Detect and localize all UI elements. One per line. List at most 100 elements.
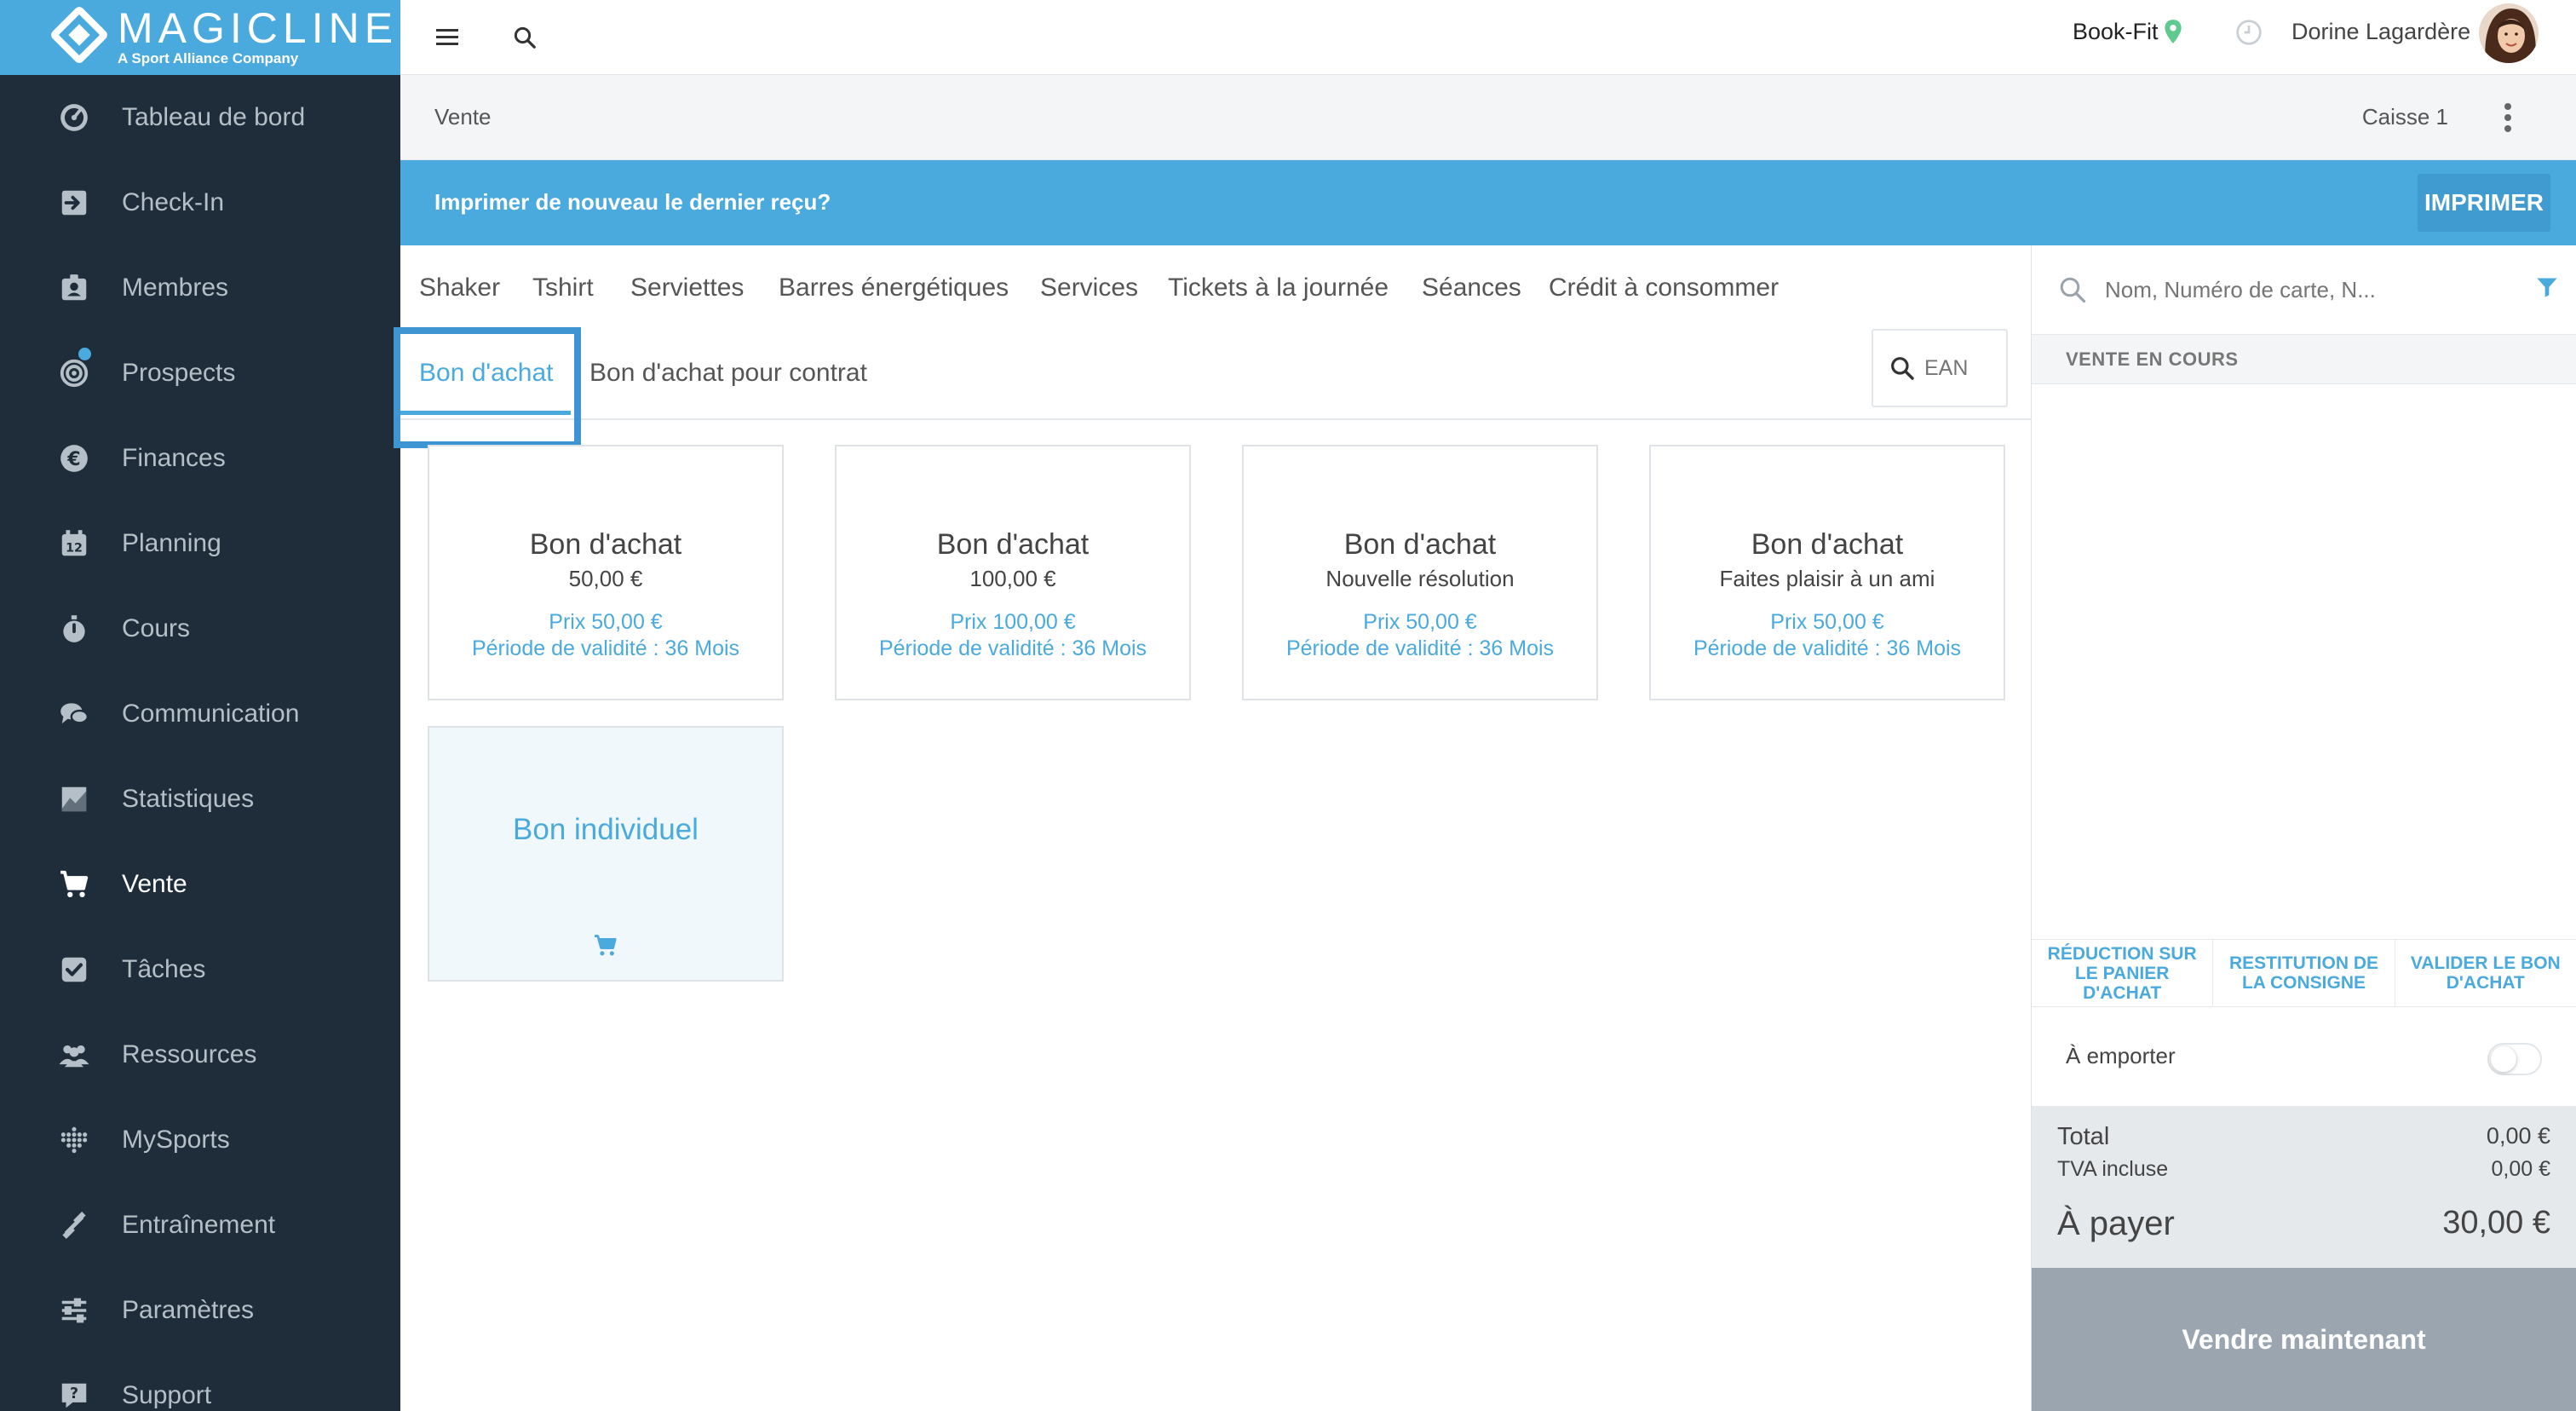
- current-sale-header: VENTE EN COURS: [2032, 335, 2576, 384]
- sell-now-button[interactable]: Vendre maintenant: [2032, 1268, 2576, 1411]
- sidebar-item-vente[interactable]: Vente: [0, 842, 400, 927]
- custom-voucher-card[interactable]: Bon individuel: [428, 726, 784, 982]
- tab-barres-energetiques[interactable]: Barres énergétiques: [779, 274, 1009, 302]
- product-card[interactable]: Bon d'achat 100,00 € Prix 100,00 € Pério…: [835, 445, 1191, 700]
- ean-search[interactable]: [1872, 329, 2008, 407]
- product-card[interactable]: Bon d'achat Faites plaisir à un ami Prix…: [1649, 445, 2005, 700]
- sidebar-item-prospects[interactable]: Prospects: [0, 331, 400, 416]
- takeaway-row: À emporter: [2032, 1007, 2576, 1106]
- product-validity: Période de validité : 36 Mois: [1693, 636, 1962, 660]
- sidebar-item-label: Paramètres: [122, 1296, 255, 1324]
- global-search-button[interactable]: [503, 15, 547, 60]
- support-icon: ?: [58, 1379, 90, 1411]
- sidebar-item-label: Communication: [122, 700, 300, 728]
- user-name[interactable]: Dorine Lagardère: [2291, 19, 2470, 45]
- sidebar-item-label: Entraînement: [122, 1211, 276, 1239]
- product-card[interactable]: Bon d'achat 50,00 € Prix 50,00 € Période…: [428, 445, 784, 700]
- customer-search-input[interactable]: [2105, 271, 2497, 308]
- to-pay-label: À payer: [2057, 1205, 2175, 1242]
- location-pin-icon: [2162, 19, 2184, 49]
- tab-tshirt[interactable]: Tshirt: [532, 274, 594, 302]
- tab-bon-d-achat[interactable]: Bon d'achat: [419, 359, 554, 388]
- avatar[interactable]: [2479, 3, 2539, 63]
- filter-icon[interactable]: [2535, 274, 2559, 304]
- dots-grid-icon: [58, 1124, 90, 1156]
- product-title: Bon d'achat: [1751, 528, 1904, 561]
- product-card[interactable]: Bon d'achat Nouvelle résolution Prix 50,…: [1242, 445, 1598, 700]
- sidebar-item-taches[interactable]: Tâches: [0, 927, 400, 1012]
- product-price: Prix 100,00 €: [950, 610, 1076, 634]
- sidebar-item-mysports[interactable]: MySports: [0, 1097, 400, 1183]
- sidebar-item-support[interactable]: ? Support: [0, 1353, 400, 1411]
- product-price: Prix 50,00 €: [549, 610, 663, 634]
- check-in-icon: [58, 187, 90, 219]
- cart-icon: [58, 868, 90, 901]
- sidebar-item-statistics[interactable]: Statistiques: [0, 757, 400, 842]
- cart-icon: [593, 934, 620, 962]
- product-validity: Période de validité : 36 Mois: [878, 636, 1147, 660]
- reprint-message: Imprimer de nouveau le dernier reçu?: [434, 189, 831, 215]
- takeaway-toggle[interactable]: [2487, 1043, 2542, 1075]
- vat-value: 0,00 €: [2491, 1157, 2550, 1181]
- clock-icon[interactable]: [2235, 19, 2263, 50]
- cart-discount-button[interactable]: RÉDUCTION SUR LE PANIER D'ACHAT: [2032, 940, 2214, 1006]
- sidebar: MAGICLINE A Sport Alliance Company Table…: [0, 0, 400, 1411]
- redeem-voucher-button[interactable]: VALIDER LE BON D'ACHAT: [2395, 940, 2576, 1006]
- product-subtitle: 100,00 €: [969, 566, 1056, 591]
- product-subtitle: 50,00 €: [568, 566, 643, 591]
- sidebar-item-settings[interactable]: Paramètres: [0, 1268, 400, 1353]
- takeaway-label: À emporter: [2066, 1043, 2176, 1068]
- search-icon: [2057, 274, 2088, 309]
- tab-tickets-journee[interactable]: Tickets à la journée: [1168, 274, 1389, 302]
- sidebar-item-label: Finances: [122, 444, 226, 472]
- brand-name: MAGICLINE: [118, 4, 399, 52]
- search-icon: [1891, 357, 1914, 380]
- more-options-button[interactable]: [2491, 99, 2525, 136]
- sidebar-item-finances[interactable]: € Finances: [0, 416, 400, 501]
- total-value: 0,00 €: [2486, 1123, 2550, 1149]
- sidebar-item-label: Tâches: [122, 955, 206, 983]
- sidebar-item-label: Support: [122, 1381, 212, 1409]
- product-price: Prix 50,00 €: [1363, 610, 1477, 634]
- tab-shaker[interactable]: Shaker: [419, 274, 500, 302]
- product-title: Bon d'achat: [1343, 528, 1497, 561]
- tab-bon-d-achat-pour-contrat[interactable]: Bon d'achat pour contrat: [589, 359, 867, 388]
- calendar-icon: 12: [58, 527, 90, 560]
- page-header: Vente Caisse 1: [400, 75, 2576, 160]
- euro-icon: €: [58, 442, 90, 475]
- sidebar-item-cours[interactable]: Cours: [0, 586, 400, 671]
- totals-box: Total 0,00 € TVA incluse 0,00 € À payer …: [2032, 1106, 2576, 1276]
- chart-icon: [58, 783, 90, 815]
- brand-tagline: A Sport Alliance Company: [118, 50, 299, 66]
- sidebar-item-training[interactable]: Entraînement: [0, 1183, 400, 1268]
- deposit-refund-button[interactable]: RESTITUTION DE LA CONSIGNE: [2213, 940, 2395, 1006]
- tab-credit-a-consommer[interactable]: Crédit à consommer: [1549, 274, 1779, 302]
- customer-search: [2032, 245, 2576, 335]
- chat-icon: [58, 698, 90, 730]
- sidebar-item-members[interactable]: Membres: [0, 245, 400, 331]
- tab-serviettes[interactable]: Serviettes: [630, 274, 744, 302]
- sidebar-item-planning[interactable]: 12 Planning: [0, 501, 400, 586]
- sidebar-item-check-in[interactable]: Check-In: [0, 160, 400, 245]
- sidebar-item-resources[interactable]: Ressources: [0, 1012, 400, 1097]
- register-selector[interactable]: Caisse 1: [2362, 104, 2448, 130]
- sidebar-item-label: Tableau de bord: [122, 103, 306, 131]
- menu-toggle-button[interactable]: [426, 15, 470, 60]
- ean-input[interactable]: [1924, 355, 1992, 381]
- sidebar-item-label: Statistiques: [122, 785, 255, 813]
- tab-seances[interactable]: Séances: [1422, 274, 1521, 302]
- top-bar: Book-Fit Dorine Lagardère: [400, 0, 2576, 75]
- section-title: VENTE EN COURS: [2066, 348, 2239, 370]
- tab-services[interactable]: Services: [1040, 274, 1138, 302]
- studio-name[interactable]: Book-Fit: [2073, 19, 2159, 45]
- sidebar-item-label: MySports: [122, 1126, 230, 1154]
- product-title: Bon d'achat: [529, 528, 682, 561]
- vat-label: TVA incluse: [2057, 1157, 2169, 1181]
- sidebar-item-communication[interactable]: Communication: [0, 671, 400, 757]
- print-button[interactable]: IMPRIMER: [2418, 174, 2550, 232]
- sidebar-item-dashboard[interactable]: Tableau de bord: [0, 75, 400, 160]
- checkbox-icon: [58, 953, 90, 986]
- sidebar-item-label: Check-In: [122, 188, 225, 216]
- members-icon: [58, 272, 90, 304]
- brand-header[interactable]: MAGICLINE A Sport Alliance Company: [0, 0, 400, 75]
